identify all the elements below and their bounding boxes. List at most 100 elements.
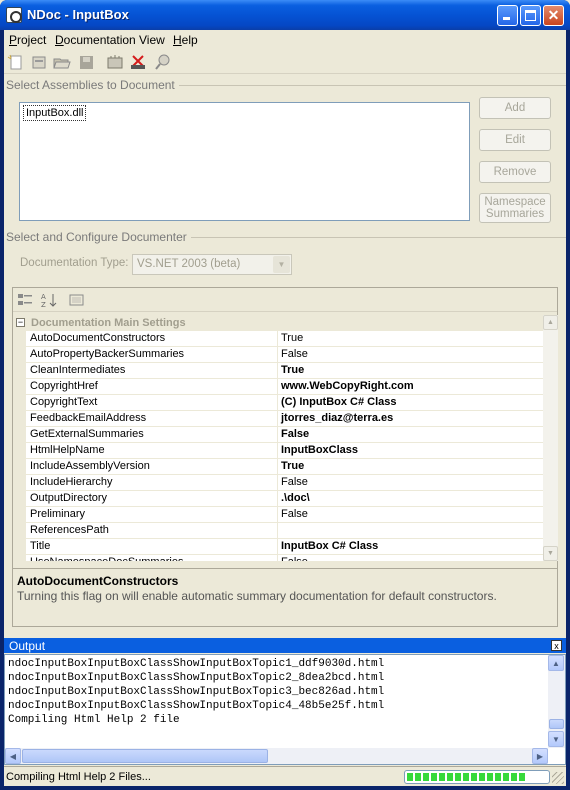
output-horizontal-scrollbar[interactable]: ◀ ▶: [5, 748, 548, 764]
menu-documentation[interactable]: Documentation: [55, 33, 136, 47]
column-divider[interactable]: [277, 411, 278, 427]
column-divider[interactable]: [277, 363, 278, 379]
property-row[interactable]: UseNamespaceDocSummariesFalse: [13, 555, 543, 561]
documentation-type-select[interactable]: VS.NET 2003 (beta) ▼: [132, 254, 292, 275]
svg-text:Z: Z: [41, 301, 46, 308]
column-divider[interactable]: [277, 459, 278, 475]
close-button[interactable]: ✕: [543, 5, 564, 26]
scroll-left-icon[interactable]: ◀: [5, 748, 21, 764]
property-row[interactable]: CleanIntermediates True: [13, 363, 543, 379]
column-divider[interactable]: [277, 507, 278, 523]
edit-button[interactable]: Edit: [479, 129, 551, 151]
property-row[interactable]: CopyrightText (C) InputBox C# Class: [13, 395, 543, 411]
resize-grip-icon[interactable]: [552, 772, 564, 784]
column-divider[interactable]: [277, 443, 278, 459]
row-gutter: [13, 507, 26, 523]
property-value[interactable]: True: [281, 332, 303, 344]
save-icon[interactable]: [78, 54, 96, 70]
property-value[interactable]: False: [281, 476, 308, 488]
property-row[interactable]: GetExternalSummaries False: [13, 427, 543, 443]
view-output-icon[interactable]: [154, 54, 172, 70]
column-divider[interactable]: [277, 491, 278, 507]
maximize-button[interactable]: [520, 5, 541, 26]
build-icon[interactable]: [106, 54, 124, 70]
open-icon[interactable]: [53, 54, 71, 70]
scroll-up-icon[interactable]: ▲: [548, 655, 564, 671]
column-divider[interactable]: [277, 427, 278, 443]
column-divider[interactable]: [277, 555, 278, 561]
property-value[interactable]: False: [281, 556, 308, 561]
row-gutter: [13, 411, 26, 427]
minimize-button[interactable]: [497, 5, 518, 26]
property-category-header[interactable]: − Documentation Main Settings: [13, 315, 543, 331]
property-row[interactable]: CopyrightHref www.WebCopyRight.com: [13, 379, 543, 395]
scroll-thumb[interactable]: [549, 719, 564, 729]
column-divider[interactable]: [277, 539, 278, 555]
assembly-list[interactable]: InputBox.dll: [19, 102, 470, 221]
property-name: CopyrightText: [30, 396, 98, 408]
namespace-summaries-button[interactable]: Namespace Summaries: [479, 193, 551, 223]
property-value[interactable]: .\doc\: [281, 492, 310, 504]
property-row[interactable]: Title InputBox C# Class: [13, 539, 543, 555]
column-divider[interactable]: [277, 523, 278, 539]
property-value[interactable]: InputBox C# Class: [281, 540, 378, 552]
property-row[interactable]: IncludeHierarchy False: [13, 475, 543, 491]
title-bar[interactable]: NDoc - InputBox ✕: [0, 0, 570, 30]
property-grid-scrollbar[interactable]: ▲ ▼: [543, 315, 558, 561]
output-vertical-scrollbar[interactable]: ▲ ▼: [548, 655, 565, 748]
scroll-right-icon[interactable]: ▶: [532, 748, 548, 764]
output-panel[interactable]: ndocInputBoxInputBoxClassShowInputBoxTop…: [4, 654, 566, 765]
property-value[interactable]: True: [281, 460, 304, 472]
property-value[interactable]: True: [281, 364, 304, 376]
column-divider[interactable]: [277, 379, 278, 395]
scroll-up-icon[interactable]: ▲: [543, 315, 558, 330]
chevron-down-icon[interactable]: ▼: [273, 256, 290, 273]
output-title: Output: [9, 639, 46, 653]
menu-help[interactable]: Help: [173, 33, 198, 47]
cancel-build-icon[interactable]: [129, 54, 147, 70]
property-row[interactable]: HtmlHelpName InputBoxClass: [13, 443, 543, 459]
property-name: FeedbackEmailAddress: [30, 412, 147, 424]
property-value[interactable]: False: [281, 428, 309, 440]
row-gutter: [13, 523, 26, 539]
property-row[interactable]: Preliminary False: [13, 507, 543, 523]
scroll-thumb[interactable]: [22, 749, 268, 763]
property-row[interactable]: AutoDocumentConstructors True: [13, 331, 543, 347]
property-row[interactable]: OutputDirectory .\doc\: [13, 491, 543, 507]
alphabetical-icon[interactable]: AZ: [41, 292, 57, 308]
property-name: Title: [30, 540, 51, 552]
add-button[interactable]: Add: [479, 97, 551, 119]
row-gutter: [13, 347, 26, 363]
property-row[interactable]: AutoPropertyBackerSummaries False: [13, 347, 543, 363]
property-row[interactable]: IncludeAssemblyVersion True: [13, 459, 543, 475]
categorized-icon[interactable]: [17, 292, 33, 308]
list-item[interactable]: InputBox.dll: [23, 105, 87, 121]
property-value[interactable]: www.WebCopyRight.com: [281, 380, 414, 392]
property-help-title: AutoDocumentConstructors: [17, 574, 179, 588]
column-divider[interactable]: [277, 475, 278, 491]
scroll-down-icon[interactable]: ▼: [548, 731, 564, 747]
menu-project[interactable]: Project: [9, 33, 46, 47]
app-icon[interactable]: [6, 7, 22, 23]
property-value[interactable]: (C) InputBox C# Class: [281, 396, 397, 408]
property-row[interactable]: ReferencesPath: [13, 523, 543, 539]
collapse-icon[interactable]: −: [16, 318, 25, 327]
property-pages-icon[interactable]: [69, 292, 85, 308]
column-divider[interactable]: [277, 395, 278, 411]
new-project-icon[interactable]: [7, 54, 25, 70]
menu-view[interactable]: View: [139, 33, 165, 47]
property-row[interactable]: FeedbackEmailAddress jtorres_diaz@terra.e…: [13, 411, 543, 427]
close-icon[interactable]: x: [551, 640, 562, 651]
column-divider[interactable]: [277, 347, 278, 363]
column-divider[interactable]: [277, 331, 278, 347]
property-value[interactable]: False: [281, 508, 308, 520]
property-value[interactable]: jtorres_diaz@terra.es: [281, 412, 393, 424]
scroll-down-icon[interactable]: ▼: [543, 546, 558, 561]
remove-button[interactable]: Remove: [479, 161, 551, 183]
output-header: Output x: [4, 638, 566, 653]
new-from-assembly-icon[interactable]: [30, 54, 48, 70]
row-gutter: [13, 443, 26, 459]
property-value[interactable]: False: [281, 348, 308, 360]
property-value[interactable]: InputBoxClass: [281, 444, 358, 456]
property-name: CleanIntermediates: [30, 364, 126, 376]
